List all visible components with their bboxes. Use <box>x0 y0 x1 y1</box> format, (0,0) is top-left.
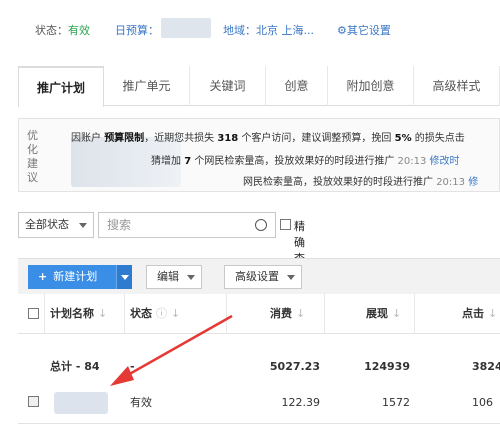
row-impressions: 1572 <box>382 396 410 409</box>
search-icon[interactable] <box>255 219 267 231</box>
tab-keywords[interactable]: 关键词 <box>190 66 266 106</box>
header-plan-name[interactable]: 计划名称 ↓ <box>50 294 107 334</box>
advice-number: 318 <box>217 133 239 144</box>
row-status: 有效 <box>130 396 152 409</box>
advice-highlight: 预算限制 <box>104 133 145 144</box>
tab-advanced-styles[interactable]: 高级样式 <box>414 66 500 106</box>
header-impressions-label: 展现 <box>366 307 388 320</box>
exact-query-checkbox[interactable] <box>280 219 291 230</box>
header-clicks-label: 点击 <box>462 307 484 320</box>
region-label[interactable]: 地域：北京 上海... <box>223 22 314 38</box>
gear-icon: ⚙ <box>337 24 347 37</box>
header-cost[interactable]: 消费 ↓ <box>270 294 305 334</box>
header-status-label: 状态 <box>130 307 152 320</box>
tab-extra-creatives[interactable]: 附加创意 <box>328 66 414 106</box>
advice-line-2: 猜增加 7 个网民检索量高，投放效果好的时段进行推广 20:13 修改时 <box>151 152 460 167</box>
status-value[interactable]: 有效 <box>68 22 90 38</box>
plus-icon: + <box>38 270 48 283</box>
row-clicks: 106 <box>472 396 493 409</box>
tab-plans[interactable]: 推广计划 <box>18 66 104 107</box>
advice-number: 7 <box>184 156 192 167</box>
sort-arrow-icon[interactable]: ↓ <box>296 307 305 320</box>
advice-time: 20:13 <box>397 156 427 167</box>
table-header: 计划名称 ↓ 状态 ⓘ ↓ 消费 ↓ 展现 ↓ 点击 ↓ <box>18 294 500 334</box>
new-plan-label: 新建计划 <box>53 270 98 283</box>
search-placeholder: 搜索 <box>107 218 132 232</box>
advice-modify-link[interactable]: 修 <box>468 177 478 188</box>
advice-text: 的损失点击 <box>414 133 465 144</box>
other-settings-link[interactable]: ⚙其它设置 <box>337 22 391 38</box>
advanced-settings-button[interactable]: 高级设置 <box>224 265 302 289</box>
row-checkbox[interactable] <box>28 396 39 407</box>
budget-label[interactable]: 日预算： <box>115 22 159 38</box>
advice-modify-link[interactable]: 修改时 <box>430 156 460 167</box>
header-plan-name-label: 计划名称 <box>50 307 94 320</box>
optimization-advice-panel: 优化建议 因账户 预算限制，近期您共损失 318 个客户访问，建议调整预算，挽回… <box>18 118 500 192</box>
table-row[interactable]: 有效 122.39 1572 106 <box>18 382 500 424</box>
budget-value-blurred <box>161 18 211 38</box>
advice-number: 5% <box>394 133 412 144</box>
advanced-settings-label: 高级设置 <box>235 270 279 283</box>
column-divider <box>44 294 45 334</box>
search-input[interactable]: 搜索 <box>98 212 276 238</box>
advice-text: ，近期您共损失 <box>144 133 215 144</box>
header-clicks[interactable]: 点击 ↓ <box>462 294 497 334</box>
header-cost-label: 消费 <box>270 307 292 320</box>
new-plan-dropdown-button[interactable] <box>116 265 132 289</box>
advice-text: 个网民检索量高，投放效果好的时段进行推广 <box>194 156 395 167</box>
caret-down-icon <box>121 275 129 280</box>
column-divider <box>414 294 415 334</box>
tab-creatives[interactable]: 创意 <box>266 66 328 106</box>
tab-bar: 推广计划 推广单元 关键词 创意 附加创意 高级样式 <box>18 66 500 107</box>
tab-units[interactable]: 推广单元 <box>104 66 190 106</box>
caret-down-icon <box>287 275 295 280</box>
advice-text: 个客户访问，建议调整预算，挽回 <box>241 133 392 144</box>
advice-time: 20:13 <box>436 177 466 188</box>
new-plan-button[interactable]: + 新建计划 <box>28 265 116 289</box>
table-toolbar: + 新建计划 编辑 高级设置 <box>18 258 500 294</box>
sort-arrow-icon[interactable]: ↓ <box>392 307 401 320</box>
select-all-checkbox[interactable] <box>28 308 39 319</box>
advice-line-3: 网民检索量高，投放效果好的时段进行推广 20:13 修 <box>243 173 478 188</box>
status-filter-value: 全部状态 <box>25 218 69 231</box>
status-label: 状态： <box>35 24 68 37</box>
advice-text: 因账户 <box>71 133 101 144</box>
caret-down-icon <box>187 275 195 280</box>
status-filter-select[interactable]: 全部状态 <box>18 212 94 238</box>
caret-down-icon <box>79 223 87 228</box>
sort-arrow-icon[interactable]: ↓ <box>488 307 497 320</box>
sort-arrow-icon[interactable]: ↓ <box>98 307 107 320</box>
header-status[interactable]: 状态 ⓘ ↓ <box>130 294 180 334</box>
plan-status-bar: 状态： 有效 日预算： 地域：北京 上海... ⚙其它设置 <box>0 0 500 62</box>
other-settings-label: 其它设置 <box>346 24 391 37</box>
advice-text: 网民检索量高，投放效果好的时段进行推广 <box>243 177 433 188</box>
advice-line-1: 因账户 预算限制，近期您共损失 318 个客户访问，建议调整预算，挽回 5% 的… <box>71 129 465 144</box>
advice-text: 猜增加 <box>151 156 181 167</box>
advice-title: 优化建议 <box>27 129 38 184</box>
plan-name-link-blurred[interactable] <box>54 392 108 414</box>
column-divider <box>324 294 325 334</box>
help-circle-icon[interactable]: ⓘ <box>156 307 167 320</box>
row-cost: 122.39 <box>281 396 321 409</box>
edit-button[interactable]: 编辑 <box>146 265 202 289</box>
column-divider <box>124 294 125 334</box>
header-impressions[interactable]: 展现 ↓ <box>366 294 401 334</box>
edit-label: 编辑 <box>157 270 179 283</box>
sort-arrow-icon[interactable]: ↓ <box>171 307 180 320</box>
column-divider <box>226 294 227 334</box>
